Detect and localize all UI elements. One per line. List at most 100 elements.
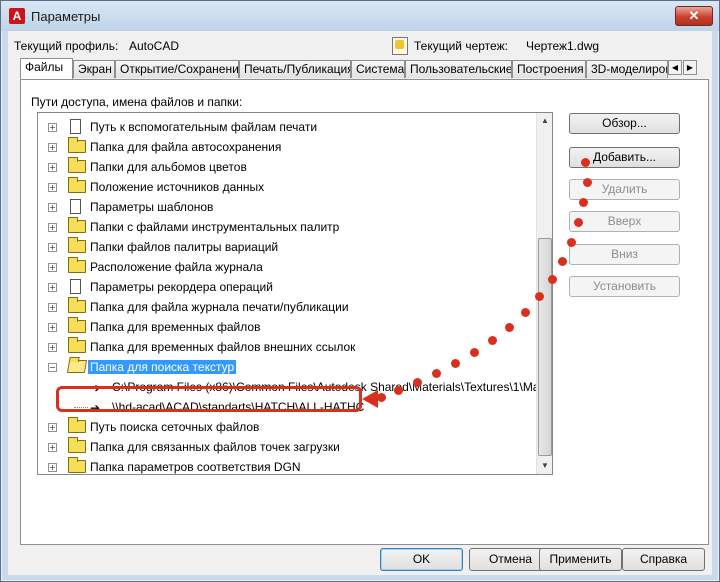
tree-item-label: Папка для связанных файлов точек загрузк…: [90, 440, 340, 454]
tree-item[interactable]: + Папки файлов палитры вариаций: [38, 237, 536, 257]
annotation-dot: [521, 308, 530, 317]
folder-icon: [68, 137, 86, 153]
tree-item-label: Папка для файла журнала печати/публикаци…: [90, 300, 349, 314]
tree-item[interactable]: + Папка для файла автосохранения: [38, 137, 536, 157]
annotation-dot: [394, 386, 403, 395]
highlight-box: [56, 386, 362, 412]
expand-icon[interactable]: +: [48, 423, 57, 432]
tab-plot-publish[interactable]: Печать/Публикация: [239, 60, 351, 78]
tree-item-label: Параметры рекордера операций: [90, 280, 273, 294]
move-up-button[interactable]: Вверх: [569, 211, 680, 232]
tree-item[interactable]: + Расположение файла журнала: [38, 257, 536, 277]
annotation-dot: [377, 393, 386, 402]
folder-icon: [68, 417, 86, 433]
folder-icon: [68, 257, 86, 273]
move-down-button[interactable]: Вниз: [569, 244, 680, 265]
tree-item-label: Папка параметров соответствия DGN: [90, 460, 301, 474]
tab-3d-modeling[interactable]: 3D-моделирова: [586, 60, 668, 78]
tree-item-label: Папка для поиска текстур: [88, 360, 237, 374]
annotation-dot: [574, 218, 583, 227]
annotation-dot: [451, 359, 460, 368]
folder-icon: [68, 297, 86, 313]
tree-item-label: Параметры шаблонов: [90, 200, 214, 214]
expand-icon[interactable]: +: [48, 463, 57, 472]
expand-icon[interactable]: +: [48, 123, 57, 132]
annotation-dot: [583, 178, 592, 187]
expand-icon[interactable]: +: [48, 203, 57, 212]
files-panel: Пути доступа, имена файлов и папки: + Пу…: [20, 79, 709, 545]
expand-icon[interactable]: +: [48, 143, 57, 152]
search-paths-tree[interactable]: + Путь к вспомогательным файлам печати +…: [37, 112, 553, 475]
expand-icon[interactable]: +: [48, 183, 57, 192]
page-icon: [70, 279, 81, 294]
tree-item[interactable]: + Папка для временных файлов внешних ссы…: [38, 337, 536, 357]
page-icon: [70, 199, 81, 214]
tab-display[interactable]: Экран: [73, 60, 115, 78]
tree-item[interactable]: + Папки для альбомов цветов: [38, 157, 536, 177]
tree-item-label: Папка для файла автосохранения: [90, 140, 282, 154]
ok-button[interactable]: OK: [380, 548, 463, 571]
scroll-down-icon[interactable]: ▼: [538, 458, 552, 474]
tab-user-preferences[interactable]: Пользовательские: [405, 60, 512, 78]
tree-item[interactable]: + Параметры шаблонов: [38, 197, 536, 217]
folder-icon: [68, 337, 86, 353]
set-current-button[interactable]: Установить: [569, 276, 680, 297]
autocad-icon: A: [9, 8, 25, 24]
tree-item-label: Папки для альбомов цветов: [90, 160, 247, 174]
tab-system[interactable]: Система: [351, 60, 405, 78]
expand-icon[interactable]: +: [48, 303, 57, 312]
annotation-arrowhead: [362, 390, 378, 408]
tree-item[interactable]: + Путь к вспомогательным файлам печати: [38, 117, 536, 137]
options-dialog: A Параметры ✕ Текущий профиль: AutoCAD Т…: [0, 0, 720, 582]
collapse-icon[interactable]: −: [48, 363, 57, 372]
close-button[interactable]: ✕: [675, 6, 713, 26]
tree-item-label: Папки с файлами инструментальных палитр: [90, 220, 340, 234]
tree-item[interactable]: + Папки с файлами инструментальных палит…: [38, 217, 536, 237]
expand-icon[interactable]: +: [48, 243, 57, 252]
apply-button[interactable]: Применить: [539, 548, 622, 571]
annotation-dot: [567, 238, 576, 247]
tree-item[interactable]: + Папка для временных файлов: [38, 317, 536, 337]
search-paths-label: Пути доступа, имена файлов и папки:: [31, 95, 243, 109]
expand-icon[interactable]: +: [48, 343, 57, 352]
annotation-dot: [579, 198, 588, 207]
annotation-dot: [505, 323, 514, 332]
dialog-client: Текущий профиль: AutoCAD Текущий чертеж:…: [8, 31, 712, 575]
folder-icon: [68, 317, 86, 333]
expand-icon[interactable]: +: [48, 323, 57, 332]
tree-item-label: Путь поиска сеточных файлов: [90, 420, 260, 434]
expand-icon[interactable]: +: [48, 163, 57, 172]
tree-item[interactable]: + Папка параметров соответствия DGN: [38, 457, 536, 474]
tab-scroll-left-button[interactable]: ◀: [668, 60, 682, 75]
window-title: Параметры: [31, 9, 101, 24]
browse-button[interactable]: Обзор...: [569, 113, 680, 134]
expand-icon[interactable]: +: [48, 443, 57, 452]
tree-item-label: Папка для временных файлов внешних ссыло…: [90, 340, 356, 354]
help-button[interactable]: Справка: [622, 548, 705, 571]
tree-item-texture-search[interactable]: − Папка для поиска текстур: [38, 357, 536, 377]
tab-scroll-right-button[interactable]: ▶: [683, 60, 697, 75]
folder-icon: [68, 177, 86, 193]
folder-icon: [68, 157, 86, 173]
expand-icon[interactable]: +: [48, 283, 57, 292]
current-drawing-label: Текущий чертеж:: [414, 39, 508, 53]
scroll-thumb[interactable]: [538, 238, 552, 456]
tree-item[interactable]: + Папка для файла журнала печати/публика…: [38, 297, 536, 317]
expand-icon[interactable]: +: [48, 263, 57, 272]
expand-icon[interactable]: +: [48, 223, 57, 232]
tree-item[interactable]: + Путь поиска сеточных файлов: [38, 417, 536, 437]
title-bar[interactable]: A Параметры ✕: [1, 1, 719, 31]
tree-item[interactable]: + Параметры рекордера операций: [38, 277, 536, 297]
tree-item[interactable]: + Папка для связанных файлов точек загру…: [38, 437, 536, 457]
page-icon: [70, 119, 81, 134]
open-folder-icon: [66, 360, 88, 373]
scroll-up-icon[interactable]: ▲: [538, 113, 552, 129]
tab-open-save[interactable]: Открытие/Сохранение: [115, 60, 239, 78]
current-profile-label: Текущий профиль:: [14, 39, 119, 53]
tree-item-label: Положение источников данных: [90, 180, 265, 194]
tree-item[interactable]: + Положение источников данных: [38, 177, 536, 197]
folder-icon: [68, 457, 86, 473]
tab-drafting[interactable]: Построения: [512, 60, 586, 78]
tab-files[interactable]: Файлы: [20, 58, 73, 79]
annotation-dot: [432, 369, 441, 378]
